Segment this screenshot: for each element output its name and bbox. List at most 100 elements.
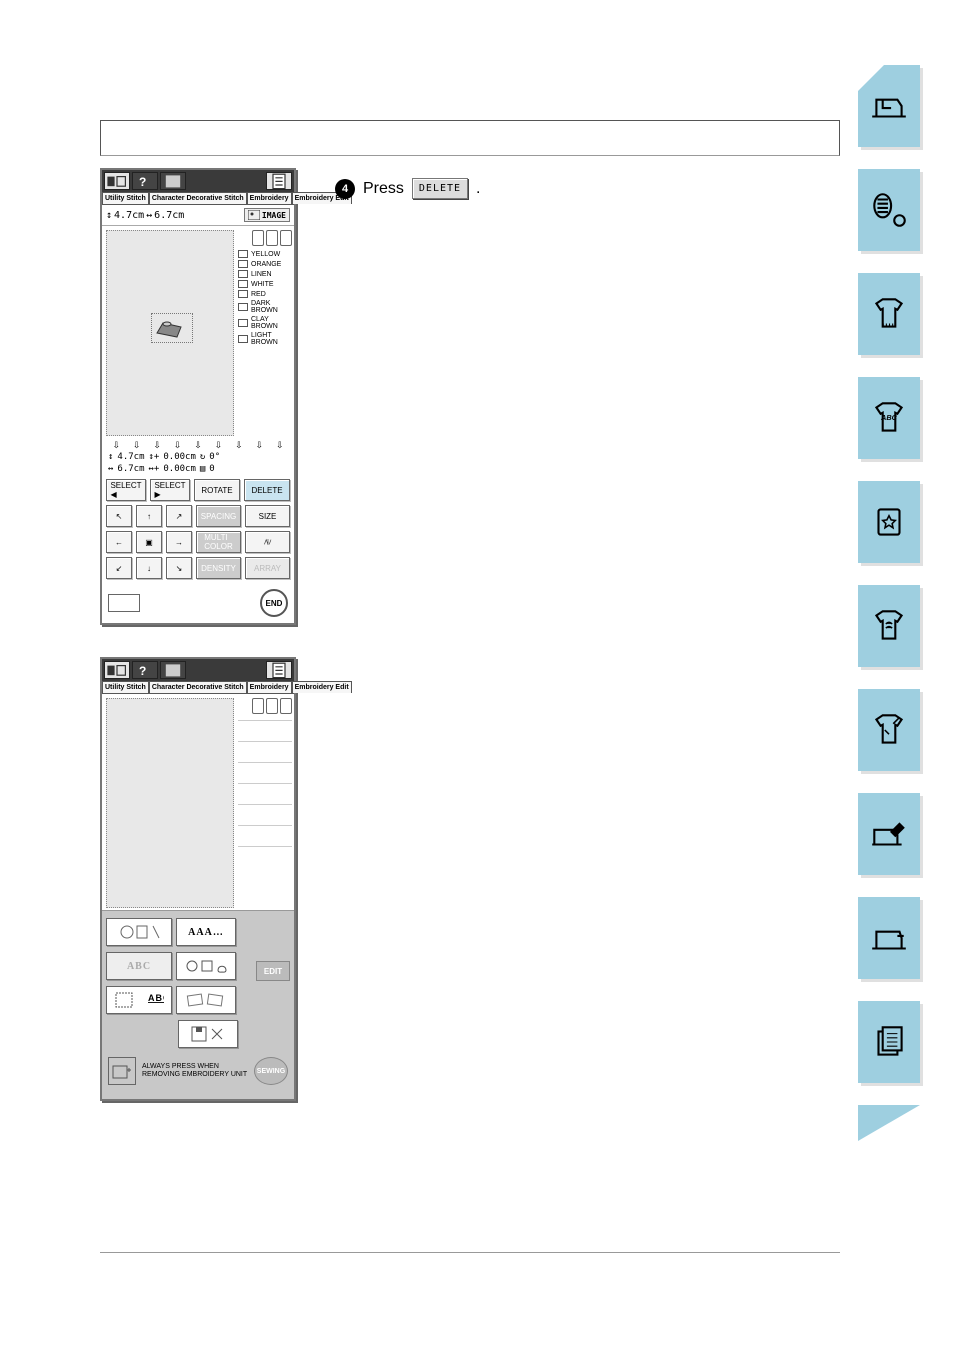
spool-icon: [238, 319, 248, 327]
thread-info-icon[interactable]: [108, 594, 140, 612]
nav-tab-8[interactable]: [858, 793, 920, 875]
help-icon[interactable]: ?: [132, 661, 158, 679]
home-icon[interactable]: [104, 172, 130, 190]
help-icon[interactable]: ?: [132, 172, 158, 190]
page-icon[interactable]: [266, 661, 292, 679]
cat-memory-button[interactable]: [178, 1020, 238, 1048]
page-icon[interactable]: [266, 172, 292, 190]
tab-utility-stitch[interactable]: Utility Stitch: [102, 681, 149, 693]
flower-icon: [117, 922, 161, 942]
cat-embroidery-button[interactable]: [106, 918, 172, 946]
thread-darkbrown: DARK BROWN: [238, 300, 292, 314]
thread-claybrown: CLAY BROWN: [238, 316, 292, 330]
spacing-button[interactable]: SPACING: [196, 505, 241, 527]
card-star-icon: [868, 501, 910, 543]
instruction-prefix: Press: [363, 180, 404, 198]
arrow-right-button[interactable]: →: [166, 531, 192, 553]
arrow-left-button[interactable]: ←: [106, 531, 132, 553]
foot-icon[interactable]: [160, 661, 186, 679]
document-stack-icon: [868, 1021, 910, 1063]
needle-icon: ⇩: [132, 440, 142, 451]
arrow-upright-button[interactable]: ↗: [166, 505, 192, 527]
center-button[interactable]: ▣: [136, 531, 162, 553]
nav-tab-1[interactable]: [858, 65, 920, 147]
delete-key-badge: DELETE: [412, 178, 468, 199]
edit-button[interactable]: EDIT: [256, 961, 290, 981]
svg-text:?: ?: [139, 175, 146, 189]
heading-band: [100, 120, 840, 156]
nav-bottom-corner: [858, 1105, 920, 1141]
nav-tab-6[interactable]: [858, 585, 920, 667]
cat-frame-button[interactable]: ABC: [106, 986, 172, 1014]
delete-button[interactable]: DELETE: [244, 479, 290, 501]
tab-character-decorative[interactable]: Character Decorative Stitch: [149, 192, 247, 204]
nav-tab-9[interactable]: [858, 897, 920, 979]
home-icon[interactable]: [104, 661, 130, 679]
mode-tabs: Utility Stitch Character Decorative Stit…: [102, 192, 294, 205]
cat-abc-button[interactable]: ABC: [106, 952, 172, 980]
select-next-button[interactable]: SELECT▶: [150, 479, 190, 501]
needle-row: ⇩ ⇩ ⇩ ⇩ ⇩ ⇩ ⇩ ⇩ ⇩: [102, 438, 294, 451]
machine-tool-icon: [868, 813, 910, 855]
panel-toolbar: ?: [102, 170, 294, 192]
multicolor-button[interactable]: MULTI COLOR: [196, 531, 241, 553]
tab-embroidery[interactable]: Embroidery: [247, 192, 292, 204]
hoop-large-icon[interactable]: [252, 230, 264, 246]
width-arrow-icon: ↔: [146, 210, 152, 221]
foot-icon[interactable]: [160, 172, 186, 190]
svg-text:?: ?: [139, 664, 146, 678]
rotate-button[interactable]: ROTATE: [194, 479, 240, 501]
remove-unit-icon[interactable]: [108, 1057, 136, 1085]
image-icon: [248, 210, 260, 220]
tab-character-decorative[interactable]: Character Decorative Stitch: [149, 681, 247, 693]
end-button[interactable]: END: [260, 589, 288, 617]
cat-cards-button[interactable]: [176, 986, 236, 1014]
mirror-button[interactable]: [245, 531, 290, 553]
foot-warning-text: ALWAYS PRESS WHEN REMOVING EMBROIDERY UN…: [142, 1063, 248, 1079]
sewing-button[interactable]: SEWING: [254, 1057, 288, 1085]
array-button[interactable]: ARRAY: [245, 557, 290, 579]
density-button[interactable]: DENSITY: [196, 557, 241, 579]
info-grid: ↕4.7cm ↕+0.00cm ↻0° ↔6.7cm ↔+0.00cm ▤0: [102, 451, 294, 475]
hoop-med-icon[interactable]: [266, 230, 278, 246]
tshirt-pattern-icon: [868, 605, 910, 647]
nav-tab-5[interactable]: [858, 481, 920, 563]
tab-embroidery-edit[interactable]: Embroidery Edit: [292, 681, 352, 693]
shapes-icon: [184, 958, 228, 974]
arrow-downright-button[interactable]: ↘: [166, 557, 192, 579]
image-button[interactable]: IMAGE: [244, 208, 290, 222]
needle-icon: ⇩: [111, 440, 121, 451]
cake-icon: [153, 315, 191, 341]
hoop-med-icon[interactable]: [266, 698, 278, 714]
mode-tabs-2: Utility Stitch Character Decorative Stit…: [102, 681, 294, 694]
tab-embroidery[interactable]: Embroidery: [247, 681, 292, 693]
nav-tab-3[interactable]: [858, 273, 920, 355]
disk-icon: [186, 1025, 230, 1043]
cat-shapes-button[interactable]: [176, 952, 236, 980]
dimension-row: ↕ 4.7cm ↔ 6.7cm IMAGE: [102, 205, 294, 226]
spool-icon: [238, 303, 248, 311]
cat-font-button[interactable]: AAA…: [176, 918, 236, 946]
thread-yellow: YELLOW: [238, 250, 292, 258]
nav-tab-10[interactable]: [858, 1001, 920, 1083]
nav-tab-2[interactable]: [858, 169, 920, 251]
select-prev-button[interactable]: SELECT◀: [106, 479, 146, 501]
arrow-down-button[interactable]: ↓: [136, 557, 162, 579]
hoop-large-icon[interactable]: [252, 698, 264, 714]
tshirt-abc-icon: ABC: [868, 397, 910, 439]
needle-icon: ⇩: [173, 440, 183, 451]
arrow-downleft-button[interactable]: ↙: [106, 557, 132, 579]
arrow-upleft-button[interactable]: ↖: [106, 505, 132, 527]
tab-utility-stitch[interactable]: Utility Stitch: [102, 192, 149, 204]
nav-tab-7[interactable]: [858, 689, 920, 771]
thread-white: WHITE: [238, 280, 292, 288]
thread-orange: ORANGE: [238, 260, 292, 268]
size-button[interactable]: SIZE: [245, 505, 290, 527]
edit-buttons: SELECT◀ SELECT▶ ROTATE DELETE ↖ ↑ ↗ SPAC…: [102, 475, 294, 585]
hoop-selector-2: [238, 698, 292, 714]
hoop-small-icon[interactable]: [280, 698, 292, 714]
arrow-up-button[interactable]: ↑: [136, 505, 162, 527]
svg-text:ABC: ABC: [148, 993, 164, 1003]
nav-tab-4[interactable]: ABC: [858, 377, 920, 459]
hoop-small-icon[interactable]: [280, 230, 292, 246]
